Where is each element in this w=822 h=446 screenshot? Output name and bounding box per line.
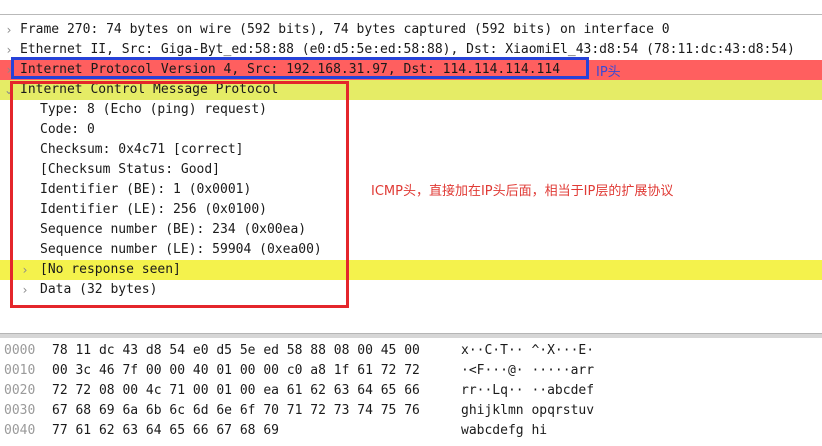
tree-item-label: Frame 270: 74 bytes on wire (592 bits), … — [20, 22, 670, 37]
hex-bytes[interactable]: 67 68 69 6a 6b 6c 6d 6e 6f 70 71 72 73 7… — [52, 401, 420, 421]
hex-offset: 0040 — [4, 423, 36, 438]
hex-bytes[interactable]: 72 72 08 00 4c 71 00 01 00 ea 61 62 63 6… — [52, 381, 420, 401]
hex-ascii[interactable]: wabcdefg hi — [461, 421, 547, 441]
hex-ascii[interactable]: rr··Lq·· ··abcdef — [461, 381, 594, 401]
hex-bytes[interactable]: 77 61 62 63 64 65 66 67 68 69 — [52, 421, 279, 441]
hex-offset: 0000 — [4, 343, 36, 358]
ip-header-annotation-label: IP头 — [596, 65, 621, 80]
hex-offset: 0020 — [4, 383, 36, 398]
hex-bytes[interactable]: 00 3c 46 7f 00 00 40 01 00 00 c0 a8 1f 6… — [52, 361, 420, 381]
pane-top-border — [0, 14, 822, 15]
hex-bytes[interactable]: 78 11 dc 43 d8 54 e0 d5 5e ed 58 88 08 0… — [52, 341, 420, 361]
hex-ascii[interactable]: ·<F···@· ·····arr — [461, 361, 594, 381]
icmp-header-annotation-box — [10, 81, 349, 308]
tree-item-frame[interactable]: › Frame 270: 74 bytes on wire (592 bits)… — [0, 20, 822, 40]
hex-offset: 0010 — [4, 363, 36, 378]
hex-offset: 0030 — [4, 403, 36, 418]
ip-header-annotation-box — [11, 57, 589, 79]
chevron-right-icon[interactable]: › — [4, 20, 14, 40]
pane-splitter[interactable] — [0, 333, 822, 338]
hex-ascii[interactable]: ghijklmn opqrstuv — [461, 401, 594, 421]
hex-ascii[interactable]: x··C·T·· ^·X···E· — [461, 341, 594, 361]
icmp-header-annotation-label: ICMP头，直接加在IP头后面，相当于IP层的扩展协议 — [371, 184, 674, 199]
